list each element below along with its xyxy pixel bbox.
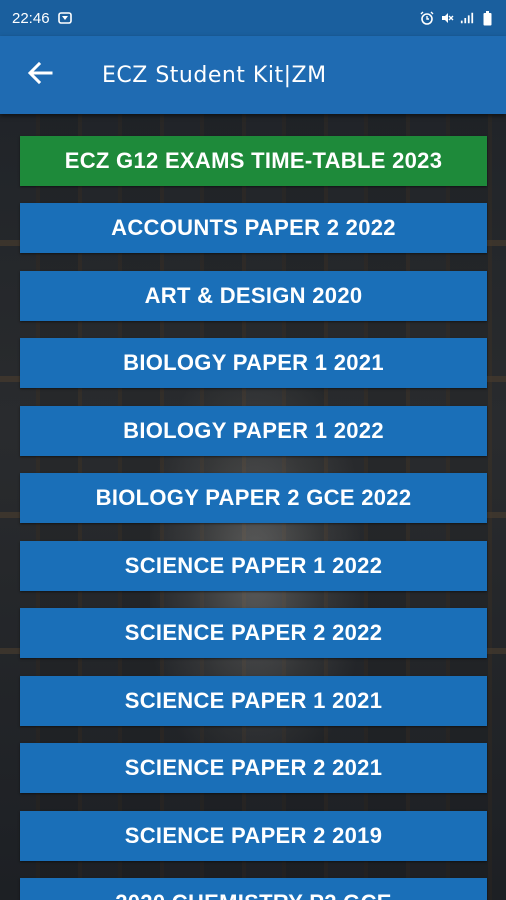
battery-icon [480,10,494,25]
status-bar: 22:46 [0,0,506,36]
content-area: ECZ G12 EXAMS TIME-TABLE 2023 ACCOUNTS P… [0,114,506,900]
app-bar: ECZ Student Kit|ZM [0,36,506,114]
status-time: 22:46 [12,9,50,27]
list-item-label: BIOLOGY PAPER 2 GCE 2022 [95,485,412,510]
diamond-icon [57,11,72,25]
signal-icon [460,11,474,25]
list-item-label: BIOLOGY PAPER 1 2022 [123,418,384,443]
list-item-label: ACCOUNTS PAPER 2 2022 [111,215,396,240]
arrow-left-icon [27,61,53,89]
list-item-label: SCIENCE PAPER 2 2021 [124,755,383,780]
list-item-label: SCIENCE PAPER 1 2021 [124,688,383,713]
list-item-label: SCIENCE PAPER 2 2019 [124,823,383,848]
list-item[interactable]: BIOLOGY PAPER 1 2021 [20,338,487,388]
app-title: ECZ Student Kit|ZM [102,62,327,88]
list-item-label: ECZ G12 EXAMS TIME-TABLE 2023 [64,148,443,173]
list-item[interactable]: SCIENCE PAPER 1 2021 [20,676,487,726]
list-item-label: BIOLOGY PAPER 1 2021 [123,350,384,375]
mute-icon [440,11,454,25]
list-item[interactable]: BIOLOGY PAPER 1 2022 [20,406,487,456]
list-item[interactable]: SCIENCE PAPER 2 2021 [20,743,487,793]
list-item[interactable]: SCIENCE PAPER 1 2022 [20,541,487,591]
alarm-icon [420,11,434,25]
list-item-timetable[interactable]: ECZ G12 EXAMS TIME-TABLE 2023 [20,136,487,186]
back-button[interactable] [0,36,80,114]
list-item-label: ART & DESIGN 2020 [144,283,363,308]
list-item[interactable]: BIOLOGY PAPER 2 GCE 2022 [20,473,487,523]
list-item-label: SCIENCE PAPER 1 2022 [124,553,383,578]
list-item[interactable]: 2020 CHEMISTRY P2 GCE [20,878,487,900]
list-item[interactable]: ART & DESIGN 2020 [20,271,487,321]
list-item[interactable]: SCIENCE PAPER 2 2019 [20,811,487,861]
list-item-label: SCIENCE PAPER 2 2022 [124,620,383,645]
list-item-label: 2020 CHEMISTRY P2 GCE [115,890,392,900]
list-item[interactable]: SCIENCE PAPER 2 2022 [20,608,487,658]
list-item[interactable]: ACCOUNTS PAPER 2 2022 [20,203,487,253]
